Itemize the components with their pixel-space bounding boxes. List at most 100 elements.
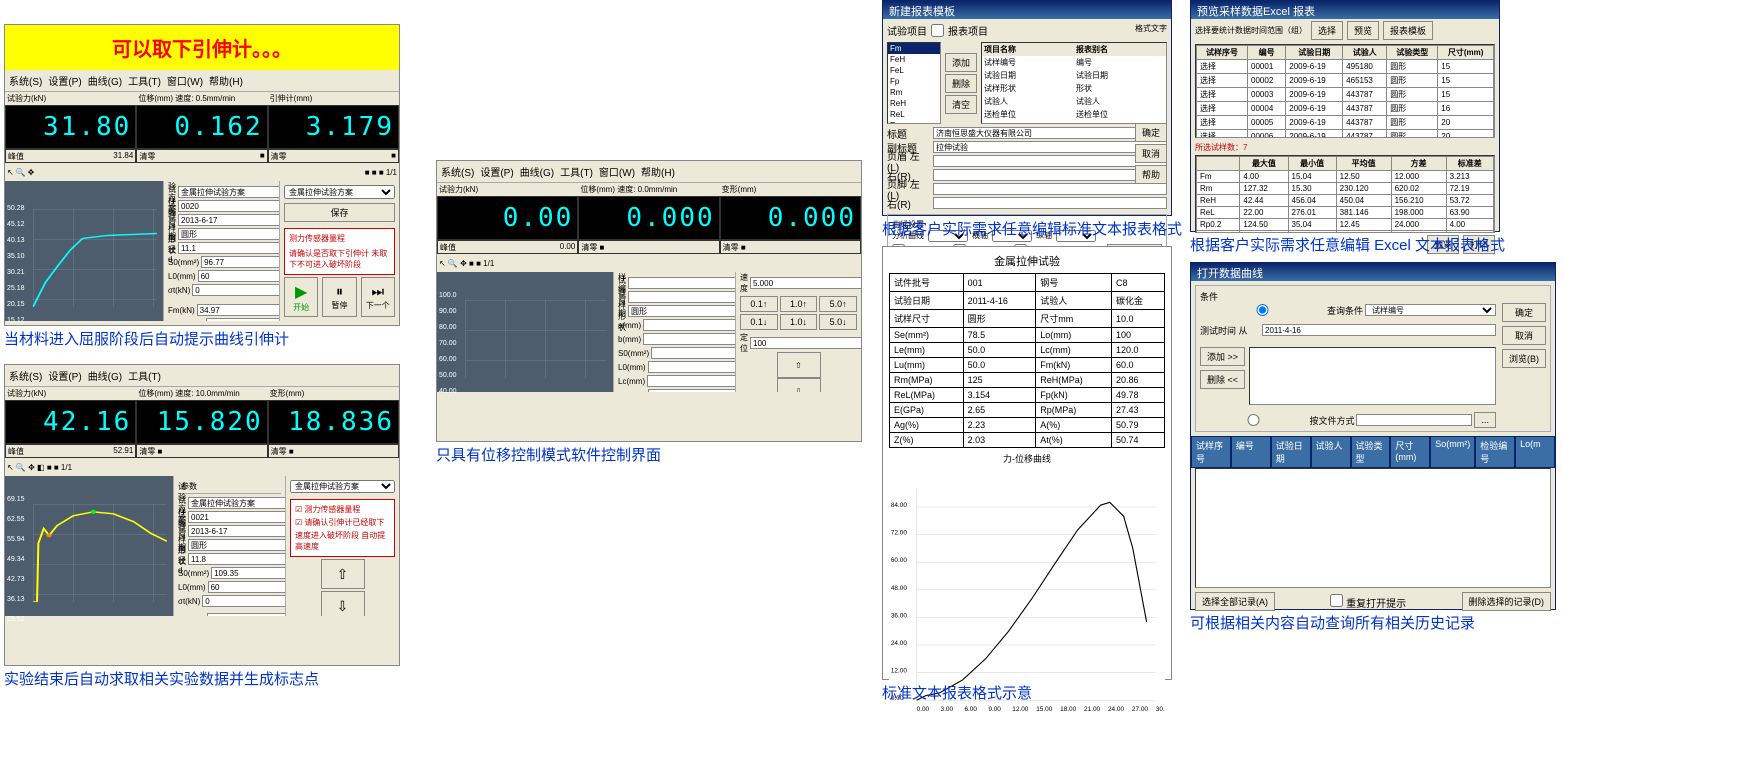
param-input[interactable] [188, 553, 285, 565]
position-input[interactable] [750, 337, 861, 349]
scheme-select[interactable]: 金属拉伸试验方案 [290, 480, 395, 493]
cancel-button[interactable]: 取消 [1135, 144, 1167, 163]
svg-text:15.00: 15.00 [1036, 706, 1053, 713]
down-button[interactable]: ⇩ [777, 378, 821, 392]
remove-button[interactable]: 删除 [945, 74, 977, 93]
zero-button[interactable]: ■ [391, 151, 396, 161]
param-input[interactable] [648, 361, 735, 373]
data-grid[interactable]: 试样序号编号试验日期试验人试验类型尺寸(mm)选择000012009-6-194… [1195, 44, 1495, 138]
param-input[interactable] [198, 270, 279, 282]
param-input[interactable] [651, 347, 735, 359]
duplicate-prompt-check[interactable] [1330, 594, 1343, 607]
add-criteria-button[interactable]: 添加 >> [1200, 347, 1245, 366]
caption-5: 标准文本报表格式示意 [882, 682, 1032, 703]
menu-item[interactable]: 系统(S) [9, 73, 42, 88]
displacement-readout: 0.162 [141, 114, 262, 140]
down-button[interactable]: ⇩ [321, 591, 365, 616]
param-input[interactable] [188, 497, 285, 509]
param-input[interactable] [206, 318, 279, 321]
add-button[interactable]: 添加 [945, 53, 977, 72]
jog-button[interactable]: 5.0↑ [819, 296, 857, 312]
param-input[interactable] [628, 277, 735, 289]
stats-grid: 最大值最小值平均值方差标准差Fm4.0015.0412.5012.0003.21… [1195, 155, 1495, 233]
speed-input[interactable] [750, 277, 861, 289]
select-all-button[interactable]: 选择全部记录(A) [1195, 592, 1275, 611]
menu-item[interactable]: 窗口(W) [167, 73, 203, 88]
jog-button[interactable]: 1.0↑ [780, 296, 818, 312]
pause-button[interactable]: ⏸暂停 [322, 277, 356, 317]
jog-button[interactable]: 1.0↓ [780, 314, 818, 330]
param-input[interactable] [643, 319, 735, 331]
date-from-input[interactable] [1262, 324, 1496, 336]
pan-icon[interactable]: ✥ [28, 168, 35, 177]
zero-button[interactable]: ■ [260, 151, 265, 161]
param-input[interactable] [628, 291, 735, 303]
jog-button[interactable]: 0.1↓ [740, 314, 778, 330]
param-input[interactable] [197, 304, 279, 316]
deform-readout: 18.836 [273, 409, 394, 435]
svg-text:48.00: 48.00 [891, 585, 908, 592]
param-input[interactable] [178, 186, 279, 198]
save-button[interactable]: 保存 [284, 203, 395, 222]
scheme-select[interactable]: 金属拉伸试验方案 [284, 185, 395, 199]
zero-button[interactable]: 清零 ■ [139, 446, 162, 456]
menu-item[interactable]: 工具(T) [128, 73, 161, 88]
param-input[interactable] [648, 389, 735, 392]
tab-check[interactable] [931, 23, 944, 38]
menu-item[interactable]: 帮助(H) [209, 73, 243, 88]
ok-button[interactable]: 确定 [1502, 303, 1546, 322]
param-input[interactable] [178, 214, 279, 226]
param-input[interactable] [178, 200, 279, 212]
text-report-preview: 金属拉伸试验 试件批号001钢号C8试验日期2011-4-16试验人碳化金试样尺… [882, 246, 1172, 680]
file-mode-radio[interactable] [1200, 414, 1307, 426]
file-path-input[interactable] [1356, 414, 1472, 426]
browse-button[interactable]: ... [1474, 412, 1496, 428]
help-button[interactable]: 帮助 [1135, 165, 1167, 184]
param-input[interactable] [188, 511, 285, 523]
menu-item[interactable]: 设置(P) [48, 73, 81, 88]
param-input[interactable] [178, 228, 279, 240]
next-button[interactable]: ⏭下一个 [361, 277, 395, 317]
select-button[interactable]: 选择 [1311, 21, 1343, 40]
param-input[interactable] [211, 567, 285, 579]
screenshot-1: 可以取下引伸计。。。 系统(S) 设置(P) 曲线(G) 工具(T) 窗口(W)… [4, 24, 400, 326]
up-button[interactable]: ⇧ [321, 559, 365, 589]
preview-button[interactable]: 预览 [1347, 21, 1379, 40]
pointer-icon[interactable]: ↖ [7, 168, 14, 177]
selected-items-list[interactable]: 项目名称 报表别名 试样编号编号试验日期试验日期试样形状形状试验人试验人送检单位… [981, 42, 1167, 124]
param-input[interactable] [643, 333, 735, 345]
criteria-list[interactable] [1249, 347, 1496, 405]
cancel-button[interactable]: 取消 [1502, 326, 1546, 345]
param-input[interactable] [628, 305, 735, 317]
ok-button[interactable]: 确定 [1135, 123, 1167, 142]
report-title: 金属拉伸试验 [889, 253, 1165, 269]
delete-selected-button[interactable]: 删除选择的记录(D) [1462, 592, 1552, 611]
available-items-list[interactable]: FmFeHFeLFpRmReHReLRpEAZAgAgtAtLuLoLeLcSo… [887, 42, 941, 124]
param-input[interactable] [208, 581, 285, 593]
up-button[interactable]: ⇧ [777, 352, 821, 378]
jog-button[interactable]: 5.0↓ [819, 314, 857, 330]
report-info-table: 试件批号001钢号C8试验日期2011-4-16试验人碳化金试样尺寸圆形尺寸mm… [889, 273, 1165, 448]
svg-text:30.0: 30.0 [1156, 706, 1165, 713]
zero-button[interactable]: 清零 ■ [271, 446, 294, 456]
results-grid-header: 试样序号编号试验日期试验人试验类型尺寸(mm)So(mm²)检验编号Lo(m [1191, 436, 1555, 468]
param-input[interactable] [178, 242, 279, 254]
param-input[interactable] [647, 375, 735, 387]
param-input[interactable] [188, 539, 285, 551]
param-input[interactable] [188, 525, 285, 537]
param-input[interactable] [207, 613, 285, 616]
jog-button[interactable]: 0.1↑ [740, 296, 778, 312]
param-input[interactable] [192, 284, 279, 296]
results-grid[interactable] [1195, 468, 1551, 588]
query-mode-radio[interactable] [1200, 304, 1325, 316]
param-input[interactable] [201, 256, 279, 268]
zoom-icon[interactable]: 🔍 [16, 168, 26, 177]
start-button[interactable]: ▶开始 [284, 277, 318, 317]
clear-button[interactable]: 清空 [945, 95, 977, 114]
menu-item[interactable]: 曲线(G) [88, 73, 122, 88]
param-input[interactable] [202, 595, 285, 607]
remove-criteria-button[interactable]: 删除 << [1200, 370, 1245, 389]
query-field-select[interactable]: 试样编号 [1365, 304, 1496, 316]
browse-button-2[interactable]: 浏览(B) [1502, 349, 1546, 368]
template-button[interactable]: 报表模板 [1383, 21, 1433, 40]
